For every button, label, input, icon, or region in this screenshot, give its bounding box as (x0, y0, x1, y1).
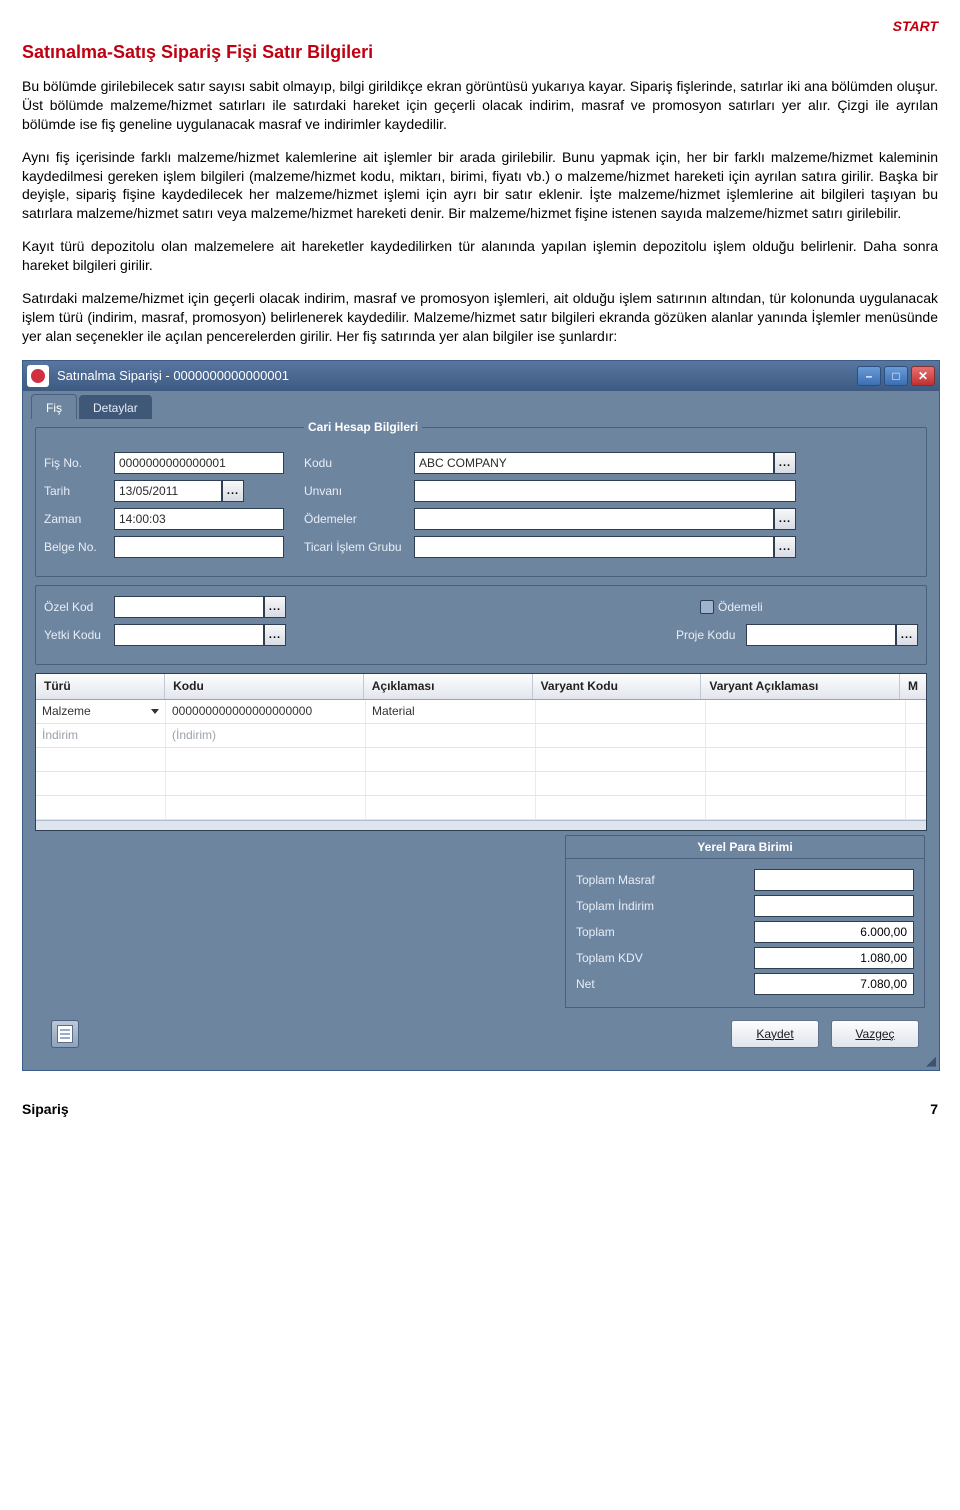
paragraph-3: Kayıt türü depozitolu olan malzemelere a… (22, 237, 938, 275)
footer-left: Sipariş (22, 1101, 69, 1117)
lookup-ozel-kod[interactable]: ... (264, 596, 286, 618)
lookup-yetki-kodu[interactable]: ... (264, 624, 286, 646)
label-belge-no: Belge No. (44, 540, 114, 554)
window-title: Satınalma Siparişi - 0000000000000001 (57, 368, 857, 383)
cell-varyant-acik[interactable] (706, 700, 906, 723)
label-fis-no: Fiş No. (44, 456, 114, 470)
label-odemeler: Ödemeler (304, 512, 414, 526)
resize-handle-icon[interactable]: ◢ (27, 1058, 935, 1064)
notes-icon[interactable] (51, 1020, 79, 1048)
label-net: Net (576, 977, 706, 991)
paragraph-4: Satırdaki malzeme/hizmet için geçerli ol… (22, 289, 938, 346)
label-toplam: Toplam (576, 925, 706, 939)
value-toplam[interactable] (754, 921, 914, 943)
cell-turu: İndirim (36, 724, 166, 747)
lookup-ticari-islem[interactable]: ... (774, 536, 796, 558)
cell-kodu: (İndirim) (166, 724, 366, 747)
input-ozel-kod[interactable] (114, 596, 264, 618)
input-odemeler[interactable] (414, 508, 774, 530)
label-ticari-islem: Ticari İşlem Grubu (304, 540, 414, 554)
col-more[interactable]: M (900, 674, 926, 699)
label-toplam-indirim: Toplam İndirim (576, 899, 706, 913)
lookup-cari-kodu[interactable]: ... (774, 452, 796, 474)
cell-turu: Malzeme (42, 704, 91, 718)
label-unvani: Unvanı (304, 484, 414, 498)
footer-page-number: 7 (930, 1101, 938, 1117)
col-turu[interactable]: Türü (36, 674, 165, 699)
line-items-grid[interactable]: Türü Kodu Açıklaması Varyant Kodu Varyan… (35, 673, 927, 831)
grid-header: Türü Kodu Açıklaması Varyant Kodu Varyan… (36, 674, 926, 700)
input-belge-no[interactable] (114, 536, 284, 558)
tab-detaylar[interactable]: Detaylar (79, 395, 152, 419)
dropdown-icon[interactable] (151, 709, 159, 714)
app-window: Satınalma Siparişi - 0000000000000001 – … (22, 360, 940, 1071)
maximize-button[interactable]: □ (884, 366, 908, 386)
app-icon (27, 365, 49, 387)
totals-title: Yerel Para Birimi (565, 835, 925, 858)
grid-row[interactable]: Malzeme 000000000000000000000 Material (36, 700, 926, 724)
input-zaman[interactable] (114, 508, 284, 530)
paragraph-1: Bu bölümde girilebilecek satır sayısı sa… (22, 77, 938, 134)
lookup-odemeler[interactable]: ... (774, 508, 796, 530)
col-aciklamasi[interactable]: Açıklaması (364, 674, 533, 699)
cancel-button[interactable]: Vazgeç (831, 1020, 919, 1048)
value-toplam-indirim[interactable] (754, 895, 914, 917)
grid-row-empty[interactable] (36, 772, 926, 796)
col-varyant-aciklamasi[interactable]: Varyant Açıklaması (701, 674, 900, 699)
label-odemeli: Ödemeli (718, 600, 798, 614)
input-unvani[interactable] (414, 480, 796, 502)
grid-row[interactable]: İndirim (İndirim) (36, 724, 926, 748)
label-ozel-kod: Özel Kod (44, 600, 114, 614)
grid-row-empty[interactable] (36, 796, 926, 820)
value-toplam-kdv[interactable] (754, 947, 914, 969)
close-button[interactable]: ✕ (911, 366, 935, 386)
label-toplam-kdv: Toplam KDV (576, 951, 706, 965)
cell-kodu[interactable]: 000000000000000000000 (166, 700, 366, 723)
grid-row-empty[interactable] (36, 748, 926, 772)
label-zaman: Zaman (44, 512, 114, 526)
label-proje-kodu: Proje Kodu (676, 628, 746, 642)
tab-fis[interactable]: Fiş (31, 394, 77, 419)
input-ticari-islem[interactable] (414, 536, 774, 558)
input-yetki-kodu[interactable] (114, 624, 264, 646)
label-kodu: Kodu (304, 456, 414, 470)
cell-varyant-kodu[interactable] (536, 700, 706, 723)
value-net[interactable] (754, 973, 914, 995)
label-tarih: Tarih (44, 484, 114, 498)
input-tarih[interactable] (114, 480, 222, 502)
save-button[interactable]: Kaydet (731, 1020, 819, 1048)
brand-text: START (22, 18, 938, 34)
minimize-button[interactable]: – (857, 366, 881, 386)
col-kodu[interactable]: Kodu (165, 674, 364, 699)
titlebar: Satınalma Siparişi - 0000000000000001 – … (23, 361, 939, 391)
section-title: Satınalma-Satış Sipariş Fişi Satır Bilgi… (22, 42, 938, 63)
group-title-cari: Cari Hesap Bilgileri (304, 420, 422, 434)
checkbox-odemeli[interactable] (700, 600, 714, 614)
col-varyant-kodu[interactable]: Varyant Kodu (533, 674, 702, 699)
label-yetki-kodu: Yetki Kodu (44, 628, 114, 642)
lookup-tarih[interactable]: ... (222, 480, 244, 502)
cell-aciklamasi[interactable]: Material (366, 700, 536, 723)
paragraph-2: Aynı fiş içerisinde farklı malzeme/hizme… (22, 148, 938, 224)
input-cari-kodu[interactable] (414, 452, 774, 474)
value-toplam-masraf[interactable] (754, 869, 914, 891)
grid-scrollbar[interactable] (36, 820, 926, 830)
label-toplam-masraf: Toplam Masraf (576, 873, 706, 887)
input-fis-no[interactable] (114, 452, 284, 474)
lookup-proje-kodu[interactable]: ... (896, 624, 918, 646)
input-proje-kodu[interactable] (746, 624, 896, 646)
